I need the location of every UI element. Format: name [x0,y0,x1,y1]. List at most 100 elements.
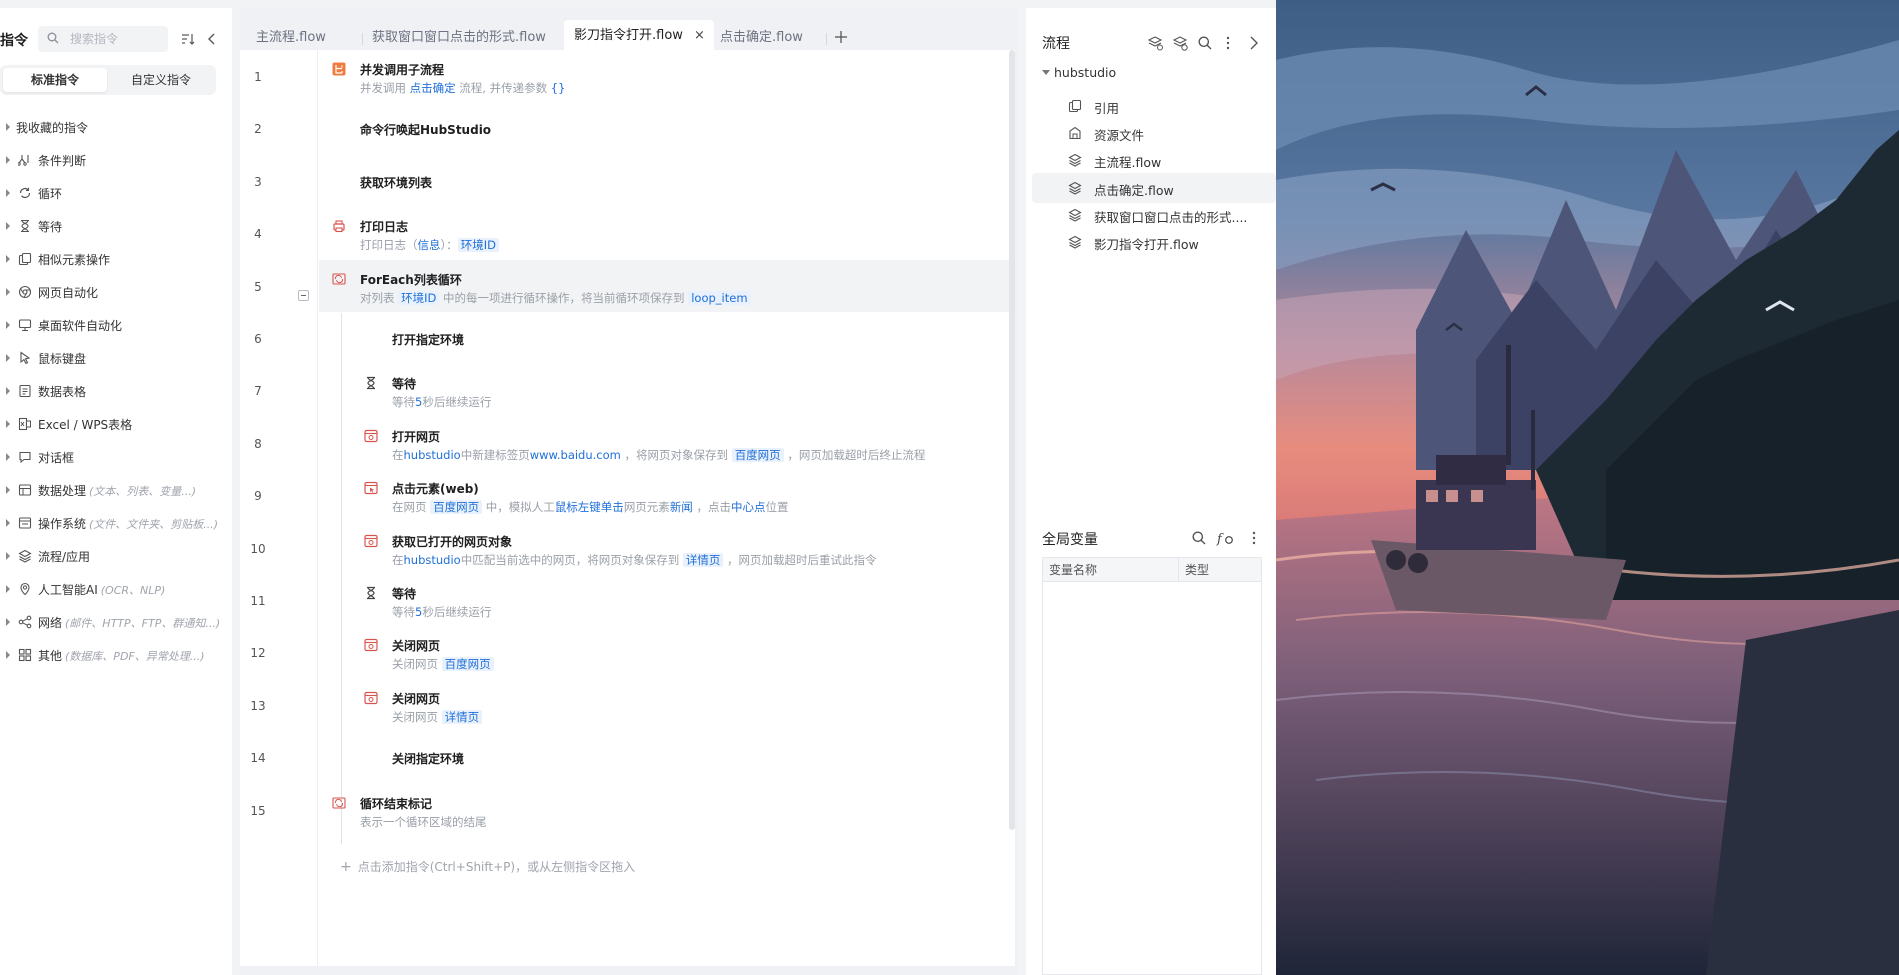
step-param[interactable]: 环境ID [457,238,499,253]
category-label: 相似元素操作 [38,251,110,268]
step-param[interactable]: 新闻 [670,500,693,514]
flow-settings-icon[interactable] [1172,35,1188,51]
step-param[interactable]: 鼠标左键单击 [555,500,624,514]
more-options-icon[interactable] [1220,35,1236,51]
flow-step[interactable]: 等待 等待5秒后继续运行 [319,364,1009,416]
category-item[interactable]: 相似元素操作 [0,242,232,275]
category-item[interactable]: 条件判断 [0,143,232,176]
vertical-scrollbar[interactable] [1009,50,1015,830]
more-options-icon[interactable] [1246,530,1262,546]
step-param[interactable]: 百度网页 [731,447,784,462]
search-icon[interactable] [1197,35,1213,51]
category-item[interactable]: Excel / WPS表格 [0,407,232,440]
category-item[interactable]: 循环 [0,176,232,209]
step-param[interactable]: www.baidu.com [530,448,621,462]
new-flow-icon[interactable] [1147,35,1163,51]
flow-step[interactable]: 获取环境列表 [319,155,1009,207]
caret-right-icon [6,189,10,197]
category-item[interactable]: 操作系统 (文件、文件夹、剪贴板...) [0,506,232,539]
tab-click-confirm-flow[interactable]: 点击确定.flow [720,23,803,53]
tab-standard-commands[interactable]: 标准指令 [3,68,107,92]
command-panel-header: 指令 [0,26,232,52]
line-number: 10 [250,541,266,556]
category-item[interactable]: 数据表格 [0,374,232,407]
tab-yingdao-open-flow[interactable]: 影刀指令打开.flow × [564,20,714,54]
tree-root-hubstudio[interactable]: hubstudio [1032,58,1276,88]
step-param[interactable]: 百度网页 [441,657,494,672]
category-item[interactable]: 人工智能AI (OCR、NLP) [0,572,232,605]
tab-main-flow[interactable]: 主流程.flow [256,23,326,53]
category-item[interactable]: 我收藏的指令 [0,110,232,143]
step-param[interactable]: 点击确定 [410,81,456,95]
category-label: 网页自动化 [38,284,98,301]
category-item[interactable]: 对话框 [0,440,232,473]
close-tab-icon[interactable]: × [694,20,705,52]
search-icon[interactable] [1191,530,1207,546]
step-text: ）： [440,238,458,253]
step-param[interactable]: 详情页 [682,552,724,567]
category-item[interactable]: 网络 (邮件、HTTP、FTP、群通知...) [0,605,232,638]
collapse-panel-icon[interactable] [206,32,218,46]
branch-icon [18,155,29,166]
flow-step[interactable]: 等待 等待5秒后继续运行 [319,574,1009,626]
flow-step[interactable]: 获取已打开的网页对象 在hubstudio中匹配当前选中的网页，将网页对象保存到 … [319,522,1009,574]
function-icon[interactable]: f [1216,530,1234,546]
category-item[interactable]: 其他 (数据库、PDF、异常处理...) [0,638,232,671]
chevron-right-icon[interactable] [1246,35,1262,51]
step-param[interactable]: 中心点 [731,500,766,514]
step-param[interactable]: 百度网页 [430,500,483,515]
step-param[interactable]: hubstudio [404,448,461,462]
step-param[interactable]: {} [551,81,566,95]
category-item[interactable]: 等待 [0,209,232,242]
flow-canvas[interactable]: 1 2 3 4 5 6 7 8 9 10 11 12 13 14 15 并发调用子流程 并发调用 点击确定 流… [240,50,1015,966]
caret-right-icon [6,552,10,560]
step-param[interactable]: 详情页 [441,709,483,724]
tree-item[interactable]: 资源文件 [1032,118,1276,148]
tab-get-window-flow[interactable]: 获取窗口窗口点击的形式.flow [372,23,546,53]
fold-toggle-icon[interactable] [298,290,309,301]
add-tab-icon[interactable] [834,30,848,44]
tree-item[interactable]: 获取窗口窗口点击的形式.... [1032,200,1276,230]
column-header-var-name[interactable]: 变量名称 [1043,558,1179,582]
flow-step[interactable]: 循环结束标记 表示一个循环区域的结尾 [319,784,1009,836]
step-param[interactable]: hubstudio [404,553,461,567]
tree-item[interactable]: 点击确定.flow [1032,172,1276,203]
column-header-var-type[interactable]: 类型 [1179,558,1261,582]
flow-step[interactable]: 关闭指定环境 [319,731,1009,783]
category-item[interactable]: 流程/应用 [0,539,232,572]
category-name: 操作系统 [38,517,87,531]
category-label: 循环 [38,185,62,202]
sort-icon[interactable] [181,32,195,46]
flow-step[interactable]: ForEach列表循环 对列表 环境ID 中的每一项进行循环操作，将当前循环项保存… [319,259,1009,312]
command-search-box[interactable] [38,26,168,52]
step-text: 关闭网页 [392,709,442,724]
tab-custom-commands[interactable]: 自定义指令 [109,68,213,92]
category-item[interactable]: 鼠标键盘 [0,341,232,374]
step-param[interactable]: 信息 [418,238,441,252]
category-item[interactable]: 桌面软件自动化 [0,308,232,341]
step-param[interactable]: 环境ID [398,290,440,305]
printer-icon [333,220,345,233]
flow-step[interactable]: 并发调用子流程 并发调用 点击确定 流程, 并传递参数 {} [319,50,1009,102]
category-item[interactable]: 数据处理 (文本、列表、变量...) [0,473,232,506]
tree-item[interactable]: 引用 [1032,91,1276,121]
flow-step[interactable]: 命令行唤起HubStudio [319,102,1009,154]
flow-step[interactable]: 点击元素(web) 在网页 百度网页 中，模拟人工鼠标左键单击网页元素新闻 ，点击… [319,469,1009,521]
category-item[interactable]: 网页自动化 [0,275,232,308]
add-command-hint[interactable]: + 点击添加指令(Ctrl+Shift+P)，或从左侧指令区拖入 [340,858,635,875]
flow-step[interactable]: 关闭网页 关闭网页 详情页 [319,679,1009,731]
command-search-input[interactable] [70,30,162,48]
tree-item[interactable]: 主流程.flow [1032,145,1276,175]
flow-step[interactable]: 打开网页 在hubstudio中新建标签页www.baidu.com ，将网页对象… [319,417,1009,469]
line-number: 3 [254,174,262,189]
hourglass-icon [367,377,375,390]
browser-icon [18,285,32,299]
tree-item[interactable]: 影刀指令打开.flow [1032,227,1276,257]
step-text: 关闭网页 [392,657,442,672]
category-subtitle: (数据库、PDF、异常处理...) [65,650,205,663]
step-title: 等待 [392,377,417,392]
flow-step[interactable]: 关闭网页 关闭网页 百度网页 [319,626,1009,678]
step-param[interactable]: loop_item [688,290,751,305]
flow-step[interactable]: 打开指定环境 [319,312,1009,364]
flow-step[interactable]: 打印日志 打印日志（信息）： 环境ID [319,207,1009,259]
